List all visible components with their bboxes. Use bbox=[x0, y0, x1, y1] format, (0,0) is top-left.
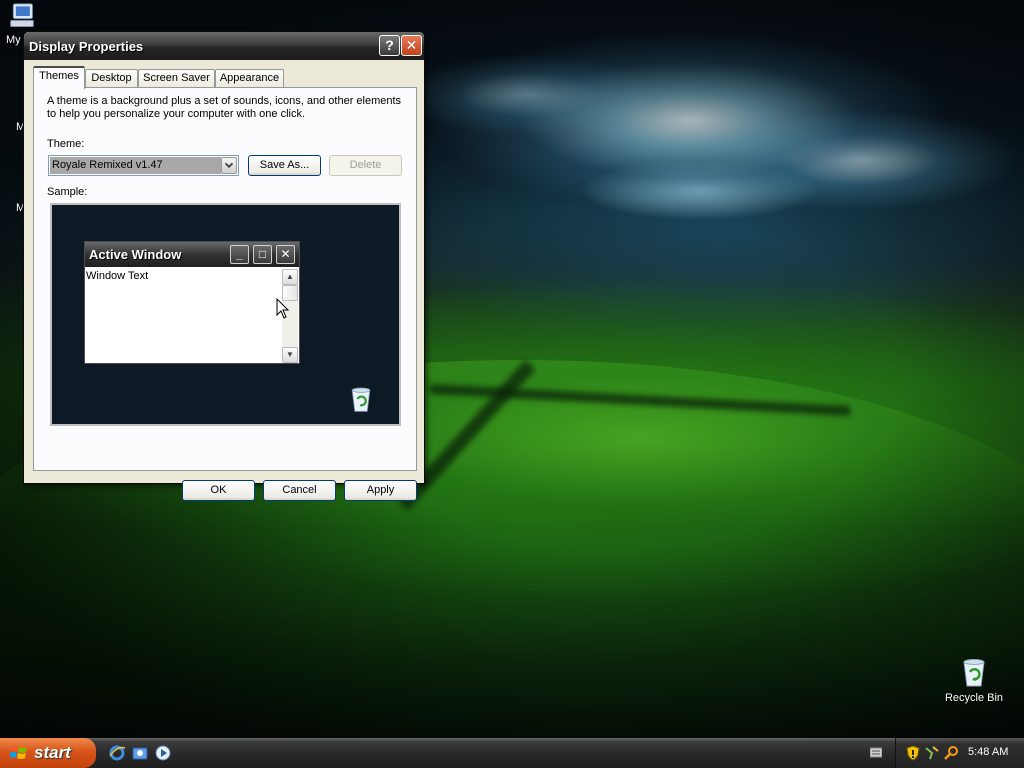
tab-desktop[interactable]: Desktop bbox=[85, 69, 138, 88]
theme-sample-preview: Active Window _ □ ✕ Window Text ▲ ▼ bbox=[50, 203, 401, 426]
outlook-express-icon[interactable] bbox=[131, 744, 149, 762]
start-button[interactable]: start bbox=[0, 738, 96, 768]
computer-icon bbox=[10, 3, 34, 27]
sample-label: Sample: bbox=[47, 186, 88, 198]
security-shield-icon[interactable] bbox=[905, 745, 921, 761]
sample-window-title: Active Window bbox=[89, 247, 182, 262]
sample-active-window: Active Window _ □ ✕ Window Text ▲ ▼ bbox=[84, 241, 300, 364]
theme-description: A theme is a background plus a set of so… bbox=[47, 95, 402, 120]
recycle-bin-icon bbox=[351, 387, 371, 412]
dialog-titlebar[interactable]: Display Properties ? ✕ bbox=[24, 32, 424, 60]
scroll-down-icon: ▼ bbox=[282, 347, 298, 363]
tab-themes[interactable]: Themes bbox=[33, 66, 85, 89]
recycle-bin-icon bbox=[963, 659, 985, 687]
dialog-title: Display Properties bbox=[29, 39, 144, 54]
maximize-icon: □ bbox=[253, 245, 272, 264]
dropdown-arrow-button[interactable] bbox=[221, 157, 237, 174]
scroll-up-icon: ▲ bbox=[282, 269, 298, 285]
display-properties-dialog: Display Properties ? ✕ Themes Desktop Sc… bbox=[23, 31, 425, 501]
apply-button[interactable]: Apply bbox=[344, 480, 417, 501]
desktop-icon-recycle-bin[interactable]: Recycle Bin bbox=[938, 656, 1010, 704]
windows-logo-icon bbox=[10, 746, 27, 759]
close-icon: ✕ bbox=[276, 245, 295, 264]
theme-dropdown[interactable]: Royale Remixed v1.47 bbox=[48, 155, 239, 176]
help-button[interactable]: ? bbox=[379, 35, 400, 56]
media-player-icon[interactable] bbox=[154, 744, 172, 762]
sample-titlebar: Active Window _ □ ✕ bbox=[85, 242, 299, 267]
dialog-body: Themes Desktop Screen Saver Appearance A… bbox=[27, 60, 421, 501]
cancel-button[interactable]: Cancel bbox=[263, 480, 336, 501]
desktop-icon-label: Recycle Bin bbox=[944, 692, 1004, 704]
chevron-down-icon bbox=[224, 162, 234, 169]
help-icon: ? bbox=[385, 37, 394, 53]
clock[interactable]: 5:48 AM bbox=[968, 746, 1008, 758]
network-icon[interactable] bbox=[924, 745, 940, 761]
sample-window-text: Window Text bbox=[86, 270, 149, 282]
ok-button[interactable]: OK bbox=[182, 480, 255, 501]
start-label: start bbox=[34, 743, 71, 762]
taskbar: start 5:48 AM bbox=[0, 738, 1024, 768]
close-icon: ✕ bbox=[405, 37, 418, 53]
mouse-cursor-icon bbox=[276, 298, 290, 319]
save-as-button[interactable]: Save As... bbox=[248, 155, 321, 176]
tab-appearance[interactable]: Appearance bbox=[215, 69, 284, 88]
minimize-icon: _ bbox=[230, 245, 249, 264]
theme-dropdown-value: Royale Remixed v1.47 bbox=[50, 157, 221, 174]
internet-explorer-icon[interactable] bbox=[108, 744, 126, 762]
delete-button[interactable]: Delete bbox=[329, 155, 402, 176]
tab-screen-saver[interactable]: Screen Saver bbox=[138, 69, 215, 88]
search-icon[interactable] bbox=[943, 745, 959, 761]
themes-panel: A theme is a background plus a set of so… bbox=[33, 87, 417, 471]
theme-label: Theme: bbox=[47, 138, 85, 150]
close-button[interactable]: ✕ bbox=[401, 35, 422, 56]
keyboard-icon[interactable] bbox=[870, 747, 882, 758]
